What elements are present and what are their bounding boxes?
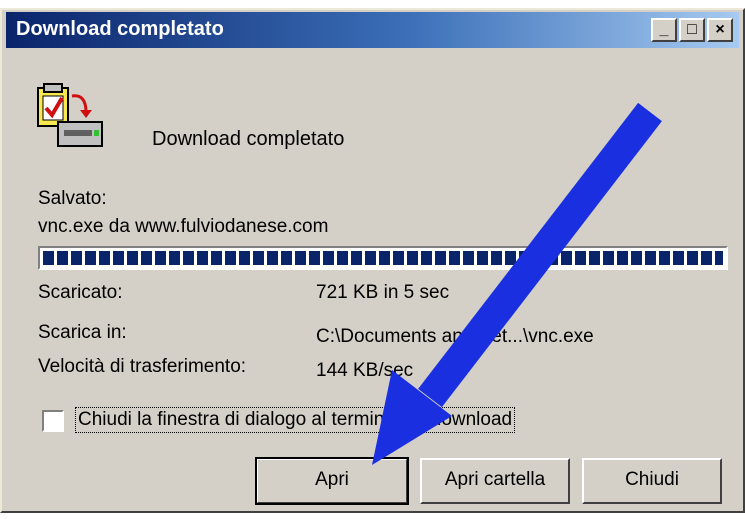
- annotation-arrow-icon: [372, 102, 662, 465]
